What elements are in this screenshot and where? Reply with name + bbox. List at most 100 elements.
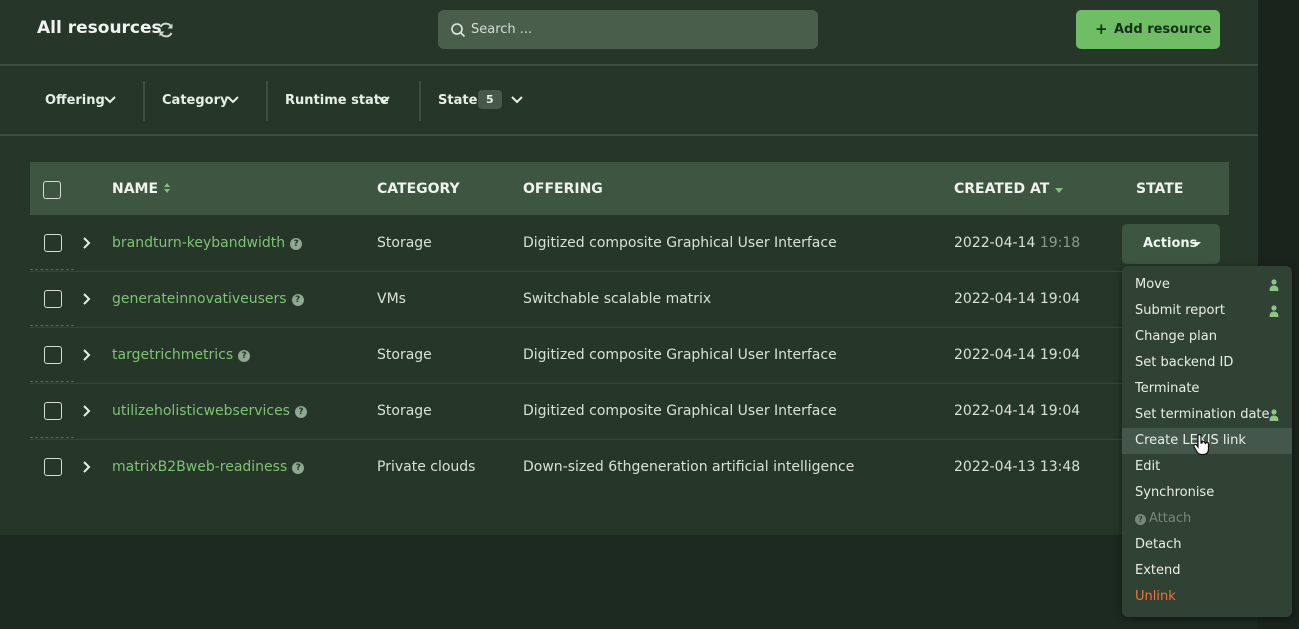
resource-name-link[interactable]: utilizeholisticwebservices? bbox=[112, 403, 307, 419]
row-divider bbox=[30, 325, 74, 326]
created-time: 19:04 bbox=[1039, 403, 1081, 419]
row-offering: Digitized composite Graphical User Inter… bbox=[523, 347, 837, 363]
row-checkbox[interactable] bbox=[44, 290, 62, 308]
resources-panel: All resources Search ... + Add resource … bbox=[0, 0, 1258, 535]
menu-item-attach: ? Attach bbox=[1122, 506, 1292, 532]
chevron-right-icon[interactable] bbox=[82, 404, 92, 418]
resource-name: matrixB2Bweb-readiness bbox=[112, 459, 288, 475]
person-icon bbox=[1269, 409, 1279, 421]
chevron-down-icon bbox=[511, 96, 523, 104]
count-badge: 5 bbox=[478, 90, 502, 109]
column-header-offering: OFFERING bbox=[523, 181, 603, 197]
resource-name-link[interactable]: targetrichmetrics? bbox=[112, 347, 251, 363]
menu-item-label: Edit bbox=[1135, 459, 1161, 474]
resource-name: utilizeholisticwebservices bbox=[112, 403, 290, 419]
chevron-down-icon bbox=[378, 96, 390, 104]
page-title: All resources bbox=[37, 18, 162, 38]
filter-divider bbox=[419, 81, 421, 121]
menu-item-label: Synchronise bbox=[1135, 485, 1215, 500]
row-checkbox[interactable] bbox=[44, 346, 62, 364]
row-checkbox[interactable] bbox=[44, 458, 62, 476]
chevron-right-icon[interactable] bbox=[82, 460, 92, 474]
search-icon bbox=[451, 23, 466, 38]
toolbar: All resources Search ... + Add resource bbox=[0, 0, 1258, 66]
menu-item-terminate[interactable]: Terminate bbox=[1122, 376, 1292, 402]
help-icon[interactable]: ? bbox=[294, 406, 307, 418]
row-divider bbox=[30, 381, 74, 382]
menu-item-synchronise[interactable]: Synchronise bbox=[1122, 480, 1292, 506]
menu-item-change-plan[interactable]: Change plan bbox=[1122, 324, 1292, 350]
table-header: NAME CATEGORY OFFERING CREATED AT STATE bbox=[30, 162, 1229, 215]
search-input[interactable]: Search ... bbox=[438, 10, 818, 49]
menu-item-label: Move bbox=[1135, 277, 1170, 292]
menu-item-label: Change plan bbox=[1135, 329, 1217, 344]
filter-divider bbox=[266, 81, 268, 121]
row-offering: Digitized composite Graphical User Inter… bbox=[523, 235, 837, 251]
help-icon[interactable]: ? bbox=[290, 238, 303, 250]
help-icon[interactable]: ? bbox=[238, 350, 251, 362]
table-row: matrixB2Bweb-readiness? Private clouds D… bbox=[30, 440, 1229, 496]
column-header-name[interactable]: NAME bbox=[112, 181, 171, 197]
menu-item-label: Create LEXIS link bbox=[1135, 433, 1246, 448]
menu-item-label: Extend bbox=[1135, 563, 1181, 578]
menu-item-extend[interactable]: Extend bbox=[1122, 558, 1292, 584]
row-created-at: 2022-04-14 19:18 bbox=[954, 235, 1080, 251]
filter-label: State bbox=[438, 93, 478, 108]
menu-item-detach[interactable]: Detach bbox=[1122, 532, 1292, 558]
sort-desc-icon bbox=[1055, 188, 1064, 193]
menu-item-label: Terminate bbox=[1135, 381, 1200, 396]
person-icon bbox=[1269, 305, 1279, 317]
resource-name-link[interactable]: generateinnovativeusers? bbox=[112, 291, 304, 307]
resource-name-link[interactable]: matrixB2Bweb-readiness? bbox=[112, 459, 305, 475]
created-date: 2022-04-14 bbox=[954, 235, 1036, 251]
chevron-down-icon bbox=[227, 96, 239, 104]
add-resource-button[interactable]: + Add resource bbox=[1076, 10, 1220, 49]
table-row: brandturn-keybandwidth? Storage Digitize… bbox=[30, 216, 1229, 272]
menu-item-label: Set termination date bbox=[1135, 407, 1270, 422]
created-date: 2022-04-14 bbox=[954, 291, 1036, 307]
refresh-icon[interactable] bbox=[157, 21, 175, 39]
menu-item-set-backend-id[interactable]: Set backend ID bbox=[1122, 350, 1292, 376]
column-header-category: CATEGORY bbox=[377, 181, 460, 197]
row-category: Private clouds bbox=[377, 459, 476, 475]
chevron-right-icon[interactable] bbox=[82, 292, 92, 306]
search-placeholder: Search ... bbox=[471, 22, 533, 37]
menu-item-submit-report[interactable]: Submit report bbox=[1122, 298, 1292, 324]
row-category: Storage bbox=[377, 235, 432, 251]
row-created-at: 2022-04-14 19:04 bbox=[954, 403, 1080, 419]
row-divider bbox=[30, 437, 74, 438]
column-label: NAME bbox=[112, 181, 159, 197]
row-offering: Digitized composite Graphical User Inter… bbox=[523, 403, 837, 419]
menu-item-label: Detach bbox=[1135, 537, 1182, 552]
actions-label: Actions bbox=[1143, 236, 1198, 251]
menu-item-move[interactable]: Move bbox=[1122, 272, 1292, 298]
row-category: Storage bbox=[377, 347, 432, 363]
select-all-checkbox[interactable] bbox=[43, 181, 61, 199]
plus-icon: + bbox=[1095, 20, 1108, 38]
chevron-right-icon[interactable] bbox=[82, 236, 92, 250]
resource-name-link[interactable]: brandturn-keybandwidth? bbox=[112, 235, 303, 251]
row-divider bbox=[30, 269, 74, 270]
resource-name: generateinnovativeusers bbox=[112, 291, 287, 307]
column-header-created-at[interactable]: CREATED AT bbox=[954, 181, 1064, 197]
actions-dropdown-button[interactable]: Actions bbox=[1122, 224, 1220, 264]
add-resource-label: Add resource bbox=[1114, 22, 1212, 37]
menu-item-unlink[interactable]: Unlink bbox=[1122, 584, 1292, 610]
filter-label: Category bbox=[162, 93, 229, 108]
row-checkbox[interactable] bbox=[44, 234, 62, 252]
created-time: 19:04 bbox=[1039, 347, 1081, 363]
row-checkbox[interactable] bbox=[44, 402, 62, 420]
resource-name: targetrichmetrics bbox=[112, 347, 234, 363]
help-icon[interactable]: ? bbox=[291, 294, 304, 306]
chevron-right-icon[interactable] bbox=[82, 348, 92, 362]
person-icon bbox=[1269, 279, 1279, 291]
help-icon[interactable]: ? bbox=[292, 462, 305, 474]
menu-item-set-termination-date[interactable]: Set termination date bbox=[1122, 402, 1292, 428]
row-created-at: 2022-04-14 19:04 bbox=[954, 347, 1080, 363]
menu-item-label: Submit report bbox=[1135, 303, 1225, 318]
menu-item-label: Set backend ID bbox=[1135, 355, 1234, 370]
row-offering: Switchable scalable matrix bbox=[523, 291, 712, 307]
menu-item-edit[interactable]: Edit bbox=[1122, 454, 1292, 480]
chevron-down-icon bbox=[104, 96, 116, 104]
sort-icon bbox=[163, 183, 170, 193]
